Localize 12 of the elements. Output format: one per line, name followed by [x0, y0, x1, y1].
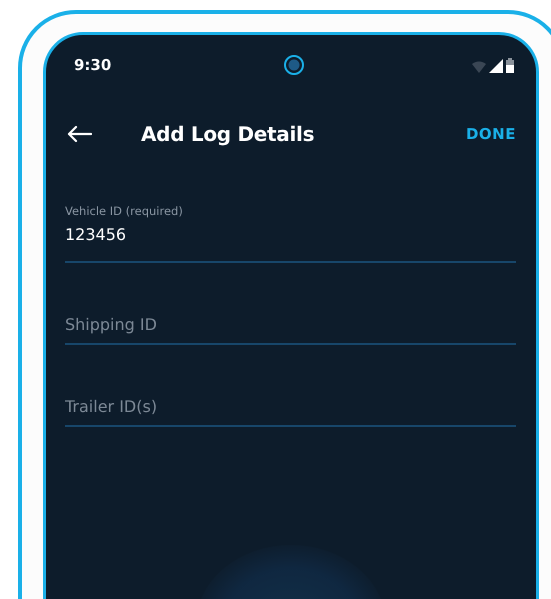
field-label: Vehicle ID (required)	[65, 204, 184, 218]
back-arrow-icon	[66, 125, 92, 143]
input-field[interactable]: Shipping ID	[65, 313, 516, 335]
signal-icon	[489, 58, 503, 72]
status-time: 9:30	[74, 56, 112, 74]
input-field[interactable]: 123456	[65, 223, 516, 245]
camera-icon	[283, 54, 305, 76]
input-field[interactable]: Trailer ID(s)	[65, 395, 516, 417]
wifi-icon	[472, 60, 486, 72]
screen-title: Add Log Details	[141, 122, 316, 146]
battery-icon	[506, 58, 514, 72]
done-button[interactable]: DONE	[466, 125, 516, 143]
